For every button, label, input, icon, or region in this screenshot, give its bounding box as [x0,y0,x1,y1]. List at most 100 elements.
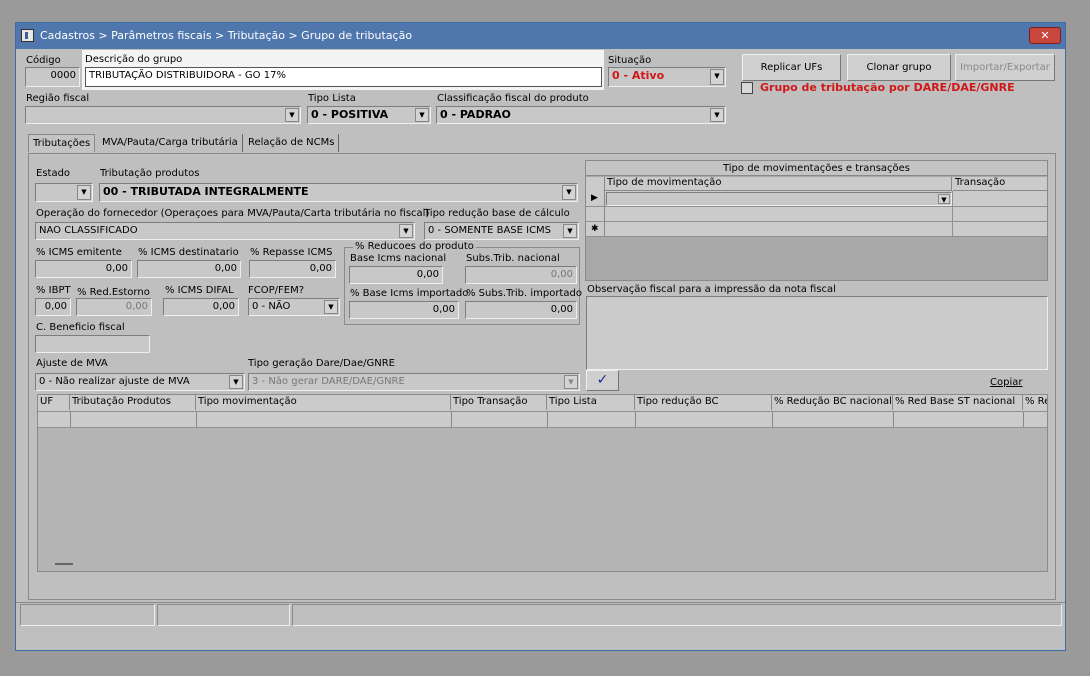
chevron-down-icon[interactable]: ▼ [938,194,950,204]
chevron-down-icon[interactable]: ▼ [563,224,577,238]
icms-destinatario-label: % ICMS destinatario [138,247,239,258]
tab-tributacoes[interactable]: Tributações [28,134,96,152]
regiao-select[interactable]: ▼ [25,106,301,124]
operacao-label: Operação do fornecedor (Operaçoes para M… [36,208,430,219]
repasse-label: % Repasse ICMS [250,247,333,258]
scrollbar-thumb[interactable] [55,563,73,565]
situacao-value: 0 - Ativo [612,69,665,82]
codigo-label: Código [26,55,61,66]
tipo-reducao-select[interactable]: 0 - SOMENTE BASE ICMS ▼ [424,222,579,240]
fcop-label: FCOP/FEM? [248,285,305,296]
tipo-lista-value: 0 - POSITIVA [311,108,389,121]
tipo-reducao-value: 0 - SOMENTE BASE ICMS [428,225,552,236]
gridline [635,412,636,427]
tab-strip: Tributações MVA/Pauta/Carga tributária R… [28,134,358,154]
geracao-label: Tipo geração Dare/Dae/GNRE [248,358,395,369]
subs-nacional-field[interactable]: 0,00 [465,266,577,284]
gridline [586,236,1047,237]
chevron-down-icon[interactable]: ▼ [710,69,724,85]
chevron-down-icon[interactable]: ▼ [399,224,413,238]
dare-label: Grupo de tributação por DARE/DAE/GNRE [760,81,1015,94]
subs-importado-field[interactable]: 0,00 [465,301,577,319]
icms-emitente-field[interactable]: 0,00 [35,260,132,278]
gridline [1023,412,1024,427]
icms-difal-field[interactable]: 0,00 [163,298,239,316]
gridline [451,412,452,427]
obs-textarea[interactable] [586,296,1048,370]
copiar-button[interactable]: Copiar [990,377,1022,388]
classificacao-label: Classificação fiscal do produto [437,93,589,104]
red-estorno-label: % Red.Estorno [77,287,150,298]
chevron-down-icon[interactable]: ▼ [229,375,243,389]
tipo-lista-select[interactable]: 0 - POSITIVA ▼ [307,106,431,124]
chevron-down-icon[interactable]: ▼ [77,185,91,200]
chevron-down-icon[interactable]: ▼ [324,300,338,314]
mov-tipo-select[interactable]: ▼ [606,192,952,206]
title-bar: Cadastros > Parâmetros fiscais > Tributa… [16,23,1065,49]
fcop-value: 0 - NÃO [252,301,291,312]
mov-col-transacao: Transação [953,177,1047,191]
gridline [70,412,71,427]
gridline [38,411,1047,412]
fcop-select[interactable]: 0 - NÃO ▼ [248,298,340,316]
close-button[interactable]: ✕ [1029,27,1061,44]
geracao-value: 3 - Não gerar DARE/DAE/GNRE [252,376,405,387]
descricao-input[interactable]: TRIBUTAÇÃO DISTRIBUIDORA - GO 17% [85,67,602,87]
chevron-down-icon[interactable]: ▼ [564,375,578,389]
trib-prod-label: Tributação produtos [100,168,200,179]
importar-exportar-button[interactable]: Importar/Exportar [955,54,1055,81]
check-icon[interactable]: ✓ [586,370,619,391]
app-icon [21,29,34,42]
chevron-down-icon[interactable]: ▼ [415,108,429,122]
classificacao-select[interactable]: 0 - PADRAO ▼ [436,106,726,124]
col-re: % Re [1025,396,1047,407]
dare-checkbox[interactable] [741,82,753,94]
situacao-select[interactable]: 0 - Ativo ▼ [608,67,726,87]
col-tipo-transacao: Tipo Transação [451,395,547,410]
col-tributacao: Tributação Produtos [70,395,196,410]
beneficio-label: C. Beneficio fiscal [36,322,125,333]
mov-col-tipo: Tipo de movimentação [605,177,952,191]
gridline [772,412,773,427]
ajuste-label: Ajuste de MVA [36,358,108,369]
red-estorno-field[interactable]: 0,00 [76,298,152,316]
gridline [196,412,197,427]
tipo-lista-label: Tipo Lista [308,93,356,104]
trib-prod-select[interactable]: 00 - TRIBUTADA INTEGRALMENTE ▼ [99,183,578,202]
repasse-field[interactable]: 0,00 [249,260,336,278]
obs-label: Observação fiscal para a impressão da no… [587,284,836,295]
tab-mva[interactable]: MVA/Pauta/Carga tributária [98,134,243,152]
base-importado-field[interactable]: 0,00 [349,301,459,319]
beneficio-field[interactable] [35,335,150,353]
base-nacional-field[interactable]: 0,00 [349,266,443,284]
gridline [586,206,1047,207]
gridline [952,191,953,237]
chevron-down-icon[interactable]: ▼ [562,185,576,200]
operacao-value: NAO CLASSIFICADO [39,225,138,236]
icms-destinatario-field[interactable]: 0,00 [137,260,241,278]
gridline [893,412,894,427]
situacao-label: Situação [608,55,652,66]
ibpt-field[interactable]: 0,00 [35,298,71,316]
row-pointer-icon: ▶ [591,193,598,203]
status-segment-1 [20,604,155,626]
col-reducao-bc: % Redução BC nacional [772,395,893,410]
descricao-label: Descrição do grupo [85,54,183,65]
reducoes-label: % Reducoes do produto [353,241,476,252]
geracao-select[interactable]: 3 - Não gerar DARE/DAE/GNRE ▼ [248,373,580,391]
mov-title: Tipo de movimentações e transações [586,161,1047,176]
replicar-ufs-button[interactable]: Replicar UFs [742,54,841,81]
estado-label: Estado [36,168,71,179]
codigo-field[interactable]: 0000 [25,67,80,87]
subs-nacional-label: Subs.Trib. nacional [466,253,560,264]
tab-ncms[interactable]: Relação de NCMs [244,134,340,152]
clonar-grupo-button[interactable]: Clonar grupo [847,54,951,81]
chevron-down-icon[interactable]: ▼ [285,108,299,122]
ajuste-select[interactable]: 0 - Não realizar ajuste de MVA ▼ [35,373,245,391]
operacao-select[interactable]: NAO CLASSIFICADO ▼ [35,222,415,240]
status-divider [16,602,1065,603]
estado-select[interactable]: ▼ [35,183,93,202]
chevron-down-icon[interactable]: ▼ [710,108,724,122]
regiao-label: Região fiscal [26,93,90,104]
icms-emitente-label: % ICMS emitente [36,247,122,258]
